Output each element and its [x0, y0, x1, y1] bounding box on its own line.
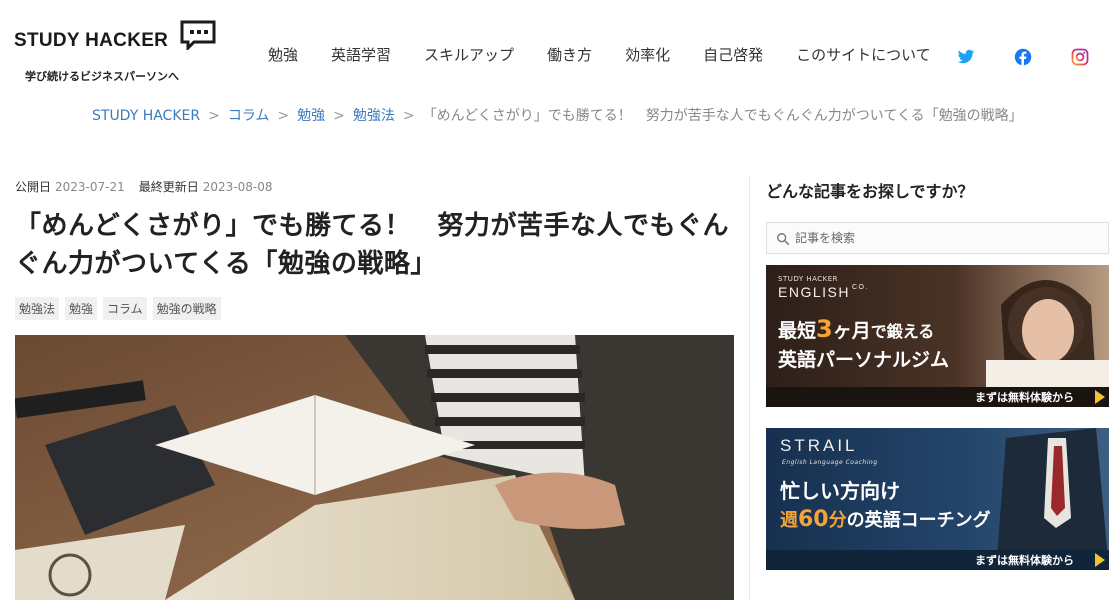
instagram-icon[interactable]: [1071, 48, 1089, 66]
nav-item-skillup[interactable]: スキルアップ: [424, 44, 514, 65]
banner1-text-shortest: 最短: [778, 320, 817, 342]
banner1-headline: 最短3ヶ月で鍛える: [778, 315, 934, 343]
banner2-text-coaching: の英語コーチング: [846, 510, 991, 531]
article-header: 公開日 2023-07-21 最終更新日 2023-08-08 「めんどくさがり」でも…: [15, 178, 735, 320]
banner2-headline: 忙しい方向け: [780, 479, 900, 503]
arrow-right-icon: [1095, 553, 1105, 567]
nav-item-work[interactable]: 働き方: [547, 44, 592, 65]
nav-item-english[interactable]: 英語学習: [331, 44, 391, 65]
main-nav: 勉強 英語学習 スキルアップ 働き方 効率化 自己啓発 このサイトについて: [268, 44, 931, 65]
banner2-small-label: English Language Coaching: [782, 459, 878, 466]
nav-item-about[interactable]: このサイトについて: [796, 44, 931, 65]
logo-text: STUDY HACKER: [14, 30, 169, 51]
banner1-small-label: STUDY HACKER: [778, 275, 839, 283]
updated-label: 最終更新日: [138, 180, 199, 194]
banner1-cta: まずは無料体験から: [975, 391, 1074, 404]
article-dates: 公開日 2023-07-21 最終更新日 2023-08-08: [15, 178, 735, 195]
banner2-cta: まずは無料体験から: [975, 554, 1074, 567]
sidebar-title: どんな記事をお探しですか？: [766, 182, 974, 201]
breadcrumb-link-home[interactable]: STUDY HACKER: [92, 108, 200, 124]
banner-strail-coaching[interactable]: STRAIL English Language Coaching 忙しい方向け …: [766, 428, 1109, 570]
banner1-brand-suffix: CO.: [851, 284, 869, 291]
banner2-brand: STRAIL: [780, 436, 858, 455]
speech-bubble-icon: [180, 20, 216, 50]
banner2-text-sixty: 60: [798, 507, 829, 532]
breadcrumb-current: 「めんどくさがり」でも勝てる！ 努力が苦手な人でもぐんぐん力がついてくる「勉強の…: [422, 108, 1023, 124]
tag-column[interactable]: コラム: [103, 297, 147, 320]
published-label: 公開日: [15, 180, 52, 194]
tag-study-method[interactable]: 勉強法: [15, 297, 60, 320]
banner2-text-week: 週: [780, 510, 798, 531]
nav-item-self-improvement[interactable]: 自己啓発: [703, 44, 763, 65]
banner1-text-months: ヶ月: [832, 320, 871, 342]
breadcrumb-link-study[interactable]: 勉強: [297, 108, 325, 124]
banner-english-personal-gym[interactable]: STUDY HACKER ENGLISH CO. 最短3ヶ月で鍛える 英語パーソナ…: [766, 265, 1109, 407]
facebook-icon[interactable]: [1014, 48, 1032, 66]
site-logo[interactable]: STUDY HACKER 学び続けるビジネスパーソンへ: [14, 20, 224, 90]
article-title: 「めんどくさがり」でも勝てる！ 努力が苦手な人でもぐんぐん力がついてくる「勉強の…: [15, 211, 729, 279]
breadcrumb: STUDY HACKER > コラム > 勉強 > 勉強法 > 「めんどくさがり」でも勝てる！ …: [92, 106, 1032, 127]
tag-study-strategy[interactable]: 勉強の戦略: [152, 297, 221, 320]
nav-item-efficiency[interactable]: 効率化: [625, 44, 670, 65]
breadcrumb-link-column[interactable]: コラム: [228, 108, 270, 124]
tag-study[interactable]: 勉強: [65, 297, 98, 320]
logo-tagline: 学び続けるビジネスパーソンへ: [25, 70, 179, 83]
breadcrumb-separator: >: [208, 108, 220, 124]
published-date: 2023-07-21: [55, 180, 125, 194]
banner1-subhead: 英語パーソナルジム: [778, 349, 950, 371]
breadcrumb-separator: >: [333, 108, 345, 124]
banner1-text-train: で鍛える: [870, 322, 935, 341]
search-input[interactable]: [795, 223, 1095, 253]
updated-date: 2023-08-08: [202, 180, 273, 194]
search-icon: [777, 233, 790, 246]
article-hero-image: [15, 335, 734, 600]
arrow-right-icon: [1095, 390, 1105, 404]
site-header: STUDY HACKER 学び続けるビジネスパーソンへ 勉強 英語学習 スキルア…: [0, 0, 1109, 96]
column-divider: [749, 176, 750, 600]
search-box: [766, 222, 1109, 254]
sidebar: どんな記事をお探しですか？: [766, 178, 1109, 254]
banner1-brand-main: ENGLISH: [778, 284, 850, 300]
banner2-text-minutes: 分: [828, 510, 847, 531]
breadcrumb-separator: >: [402, 108, 415, 124]
banner1-text-three: 3: [816, 315, 833, 343]
banner2-subhead: 週60分の英語コーチング: [780, 506, 991, 532]
banner1-brand: ENGLISH CO.: [778, 284, 869, 300]
twitter-icon[interactable]: [957, 48, 975, 66]
breadcrumb-link-study-method[interactable]: 勉強法: [353, 108, 395, 124]
breadcrumb-separator: >: [277, 108, 290, 124]
article-tags: 勉強法 勉強 コラム 勉強の戦略: [15, 297, 735, 320]
nav-item-study[interactable]: 勉強: [268, 44, 298, 65]
